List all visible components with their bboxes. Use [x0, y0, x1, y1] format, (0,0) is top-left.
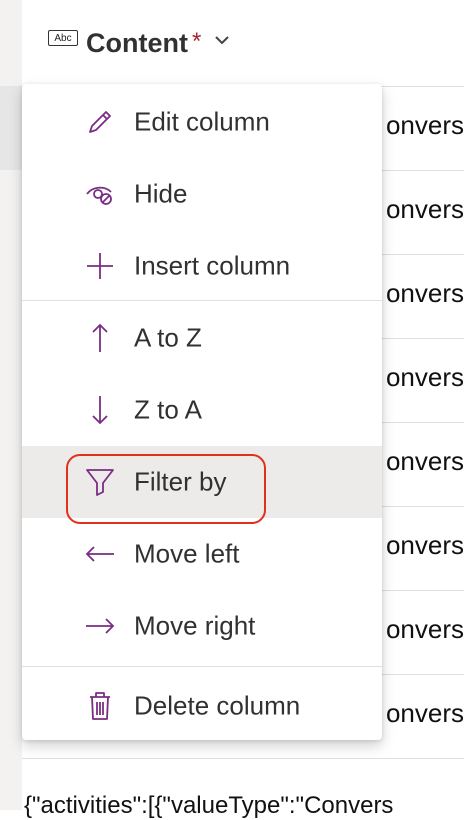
cell-content: onvers — [385, 278, 464, 308]
arrow-down-icon — [92, 396, 108, 425]
arrow-left-icon — [85, 546, 114, 562]
menu-item-delete-column[interactable]: Delete column — [22, 670, 382, 742]
selected-row-marker — [0, 86, 22, 170]
text-type-icon: Abc — [48, 30, 78, 46]
menu-divider — [22, 666, 382, 667]
menu-label: Move left — [134, 538, 240, 569]
cell-content: onvers — [385, 446, 464, 476]
cell-content: onvers — [385, 194, 464, 224]
menu-item-insert-column[interactable]: Insert column — [22, 230, 382, 302]
menu-label: Hide — [134, 178, 188, 209]
menu-item-edit-column[interactable]: Edit column — [22, 86, 382, 158]
row-selection-gutter — [0, 0, 22, 810]
cell-content: onvers — [385, 614, 464, 644]
menu-item-sort-z-to-a[interactable]: Z to A — [22, 374, 382, 446]
column-title[interactable]: Content — [86, 28, 188, 59]
cell-content: onvers — [385, 698, 464, 728]
cell-content: onvers — [385, 110, 464, 140]
arrow-up-icon — [92, 323, 108, 352]
menu-item-sort-a-to-z[interactable]: A to Z — [22, 302, 382, 374]
menu-label: Move right — [134, 610, 256, 641]
required-indicator: * — [192, 28, 202, 55]
menu-label: Z to A — [134, 394, 202, 425]
arrow-right-icon — [86, 618, 115, 634]
pencil-icon — [89, 111, 111, 133]
menu-divider — [22, 300, 382, 301]
plus-icon — [87, 253, 113, 279]
chevron-down-icon[interactable] — [212, 30, 232, 50]
cell-content: onvers — [385, 362, 464, 392]
menu-label: Insert column — [134, 250, 291, 281]
column-header[interactable]: Abc Content * — [22, 0, 464, 87]
column-context-menu: Edit column Hide Insert column A to Z Z … — [22, 84, 382, 740]
trash-icon — [90, 692, 110, 720]
filter-highlight-annotation — [66, 454, 266, 524]
menu-item-hide[interactable]: Hide — [22, 158, 382, 230]
menu-item-move-left[interactable]: Move left — [22, 518, 382, 590]
eye-hide-icon — [86, 186, 112, 205]
cell-content-json: {"activities":[{"valueType":"Convers — [24, 792, 394, 819]
menu-label: Edit column — [134, 106, 270, 137]
cell-content: onvers — [385, 530, 464, 560]
menu-item-move-right[interactable]: Move right — [22, 590, 382, 662]
menu-label: Delete column — [134, 690, 301, 721]
menu-label: A to Z — [134, 322, 202, 353]
